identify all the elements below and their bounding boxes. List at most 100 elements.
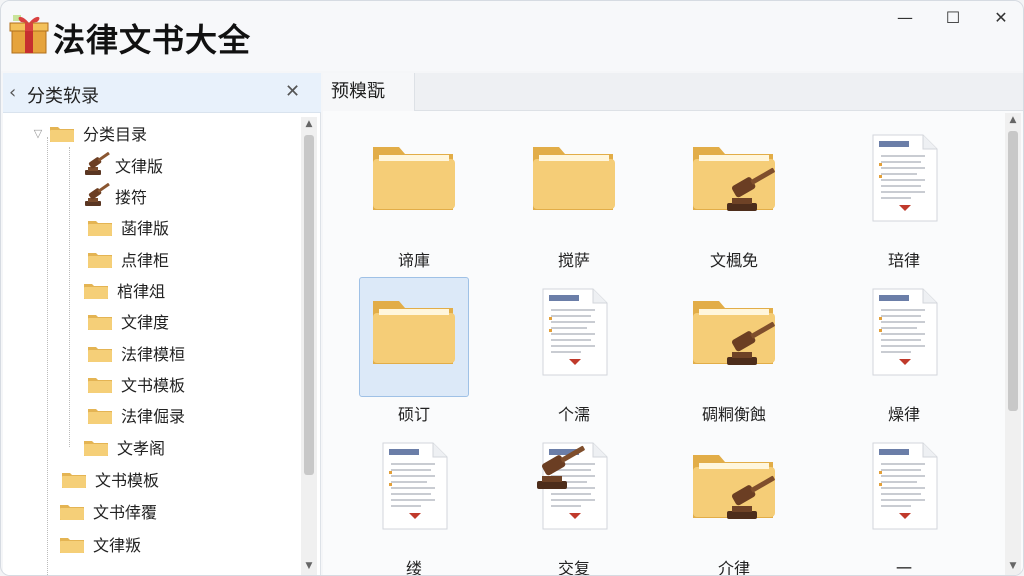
- folder-icon: [59, 535, 85, 554]
- grid-item[interactable]: 介律: [679, 431, 789, 575]
- tree-item-label: 法律倔录: [121, 407, 186, 426]
- grid-item[interactable]: 碉粡衡蝕: [679, 277, 789, 424]
- scrollbar-thumb[interactable]: [1008, 131, 1018, 411]
- grid-item[interactable]: 琣律: [849, 123, 959, 270]
- tree-item[interactable]: 点律柜: [69, 245, 169, 273]
- sidebar-scrollbar[interactable]: ▲ ▼: [301, 117, 317, 575]
- tree-item-label: 文书模板: [121, 376, 186, 395]
- folder-icon: [689, 287, 779, 377]
- tree-item[interactable]: 法律倔录: [69, 401, 185, 429]
- tree-item[interactable]: 法律模桓: [69, 339, 185, 367]
- document-icon: [859, 441, 949, 531]
- tree-item[interactable]: ▽ 分类目录: [31, 119, 147, 147]
- grid-item-label: 搅萨: [557, 251, 590, 270]
- tree-item-label: 菡律版: [121, 219, 170, 238]
- tree-item-label: 文律叛: [93, 536, 142, 555]
- grid-item-label: 个濡: [557, 405, 590, 424]
- tree-item[interactable]: 文书模板: [43, 465, 159, 493]
- tree-item-label: 点律柜: [121, 251, 170, 270]
- scroll-up-arrow[interactable]: ▲: [302, 119, 316, 129]
- close-icon[interactable]: ✕: [285, 81, 300, 102]
- folder-icon: [87, 312, 113, 331]
- tab-preview[interactable]: 预糗翫: [323, 73, 415, 111]
- main-scrollbar[interactable]: ▲ ▼: [1005, 113, 1021, 575]
- tree-item-label: 文书倖覆: [93, 503, 158, 522]
- folder-icon: [529, 133, 619, 223]
- folder-icon: [59, 502, 85, 521]
- grid-item-label: 介律: [717, 559, 750, 576]
- document-icon: [859, 287, 949, 377]
- grid-item[interactable]: 缕: [359, 431, 469, 575]
- folder-icon: [87, 406, 113, 425]
- close-window-button[interactable]: ✕: [981, 7, 1021, 29]
- file-grid: 谛庫 搅萨 文楓免 琣律硕订 个濡 碉粡衡蝕 燥律缕 交复 介律 一: [323, 113, 1003, 575]
- tab-bar: 预糗翫: [323, 73, 1023, 111]
- tree-item[interactable]: 菡律版: [69, 213, 169, 241]
- tree-item-label: 文律度: [121, 313, 170, 332]
- document-icon: [369, 441, 459, 531]
- scroll-up-arrow[interactable]: ▲: [1006, 115, 1020, 125]
- tree-item[interactable]: 文书倖覆: [41, 497, 157, 525]
- category-tree: ▽ 分类目录 文律版 搂符 菡律版 点律柜 棺律俎 文律度 法律模桓 文书模板 法律倔录 文孝阁 文书模…: [3, 117, 299, 575]
- folder-icon: [61, 470, 87, 489]
- grid-item[interactable]: 文楓免: [679, 123, 789, 270]
- app-title: 法律文书大全: [53, 21, 252, 59]
- folder-icon: [369, 287, 459, 377]
- tree-toggle-icon[interactable]: ▽: [31, 127, 45, 140]
- folder-icon: [369, 133, 459, 223]
- tree-item[interactable]: 搂符: [65, 182, 147, 210]
- gavel-icon: [83, 151, 113, 178]
- tree-item[interactable]: 文孝阁: [65, 433, 165, 461]
- grid-item-label: 交复: [557, 559, 590, 576]
- tree-item-label: 分类目录: [83, 125, 148, 144]
- folder-icon: [87, 344, 113, 363]
- folder-icon: [689, 133, 779, 223]
- grid-item-label: 缕: [405, 559, 422, 576]
- tree-item-label: 搂符: [115, 188, 148, 207]
- grid-item[interactable]: 燥律: [849, 277, 959, 424]
- scrollbar-thumb[interactable]: [304, 135, 314, 475]
- tree-item-label: 文书模板: [95, 471, 160, 490]
- grid-item[interactable]: 谛庫: [359, 123, 469, 270]
- document-icon: [529, 441, 619, 531]
- category-sidebar: ‹ 分类软录 ✕ ▽ 分类目录 文律版 搂符 菡律版 点律柜 棺律俎 文律度 法律模桓 文书模板法…: [3, 73, 321, 575]
- grid-item[interactable]: 一: [849, 431, 959, 575]
- grid-item[interactable]: 搅萨: [519, 123, 629, 270]
- tree-item[interactable]: 文书模板: [69, 370, 185, 398]
- tree-item[interactable]: 文律叛: [41, 530, 141, 558]
- document-icon: [859, 133, 949, 223]
- sidebar-title: 分类软录: [27, 86, 99, 107]
- grid-item[interactable]: 硕订: [359, 277, 469, 424]
- document-icon: [529, 287, 619, 377]
- chevron-left-icon[interactable]: ‹: [9, 82, 16, 103]
- tree-item-label: 棺律俎: [117, 282, 166, 301]
- grid-item[interactable]: 交复: [519, 431, 629, 575]
- folder-icon: [49, 124, 75, 143]
- folder-icon: [87, 375, 113, 394]
- grid-item-label: 燥律: [887, 405, 920, 424]
- grid-item-label: 硕订: [397, 405, 430, 424]
- maximize-button[interactable]: ☐: [933, 7, 973, 29]
- app-box-icon: [9, 15, 49, 54]
- tree-item-label: 文孝阁: [117, 439, 166, 458]
- scroll-down-arrow[interactable]: ▼: [1006, 561, 1020, 571]
- gavel-icon: [83, 182, 113, 209]
- scroll-down-arrow[interactable]: ▼: [302, 561, 316, 571]
- tree-item[interactable]: 棺律俎: [65, 276, 165, 304]
- main-panel: 预糗翫 谛庫 搅萨 文楓免 琣律硕订 个濡 碉粡衡蝕 燥律缕 交复 介律 一 ▲ ▼: [323, 73, 1023, 575]
- tree-item[interactable]: 文律度: [69, 307, 169, 335]
- grid-item-label: 碉粡衡蝕: [701, 405, 766, 424]
- folder-icon: [87, 218, 113, 237]
- title-bar: 法律文书大全 — ☐ ✕: [1, 1, 1023, 71]
- grid-item-label: 琣律: [887, 251, 920, 270]
- sidebar-header: ‹ 分类软录 ✕: [3, 73, 321, 113]
- grid-item-label: 谛庫: [397, 251, 430, 270]
- folder-icon: [689, 441, 779, 531]
- folder-icon: [83, 438, 109, 457]
- tree-item[interactable]: 文律版: [65, 151, 163, 179]
- folder-icon: [87, 250, 113, 269]
- folder-icon: [83, 281, 109, 300]
- minimize-button[interactable]: —: [885, 7, 925, 29]
- tree-item-label: 文律版: [115, 157, 164, 176]
- grid-item[interactable]: 个濡: [519, 277, 629, 424]
